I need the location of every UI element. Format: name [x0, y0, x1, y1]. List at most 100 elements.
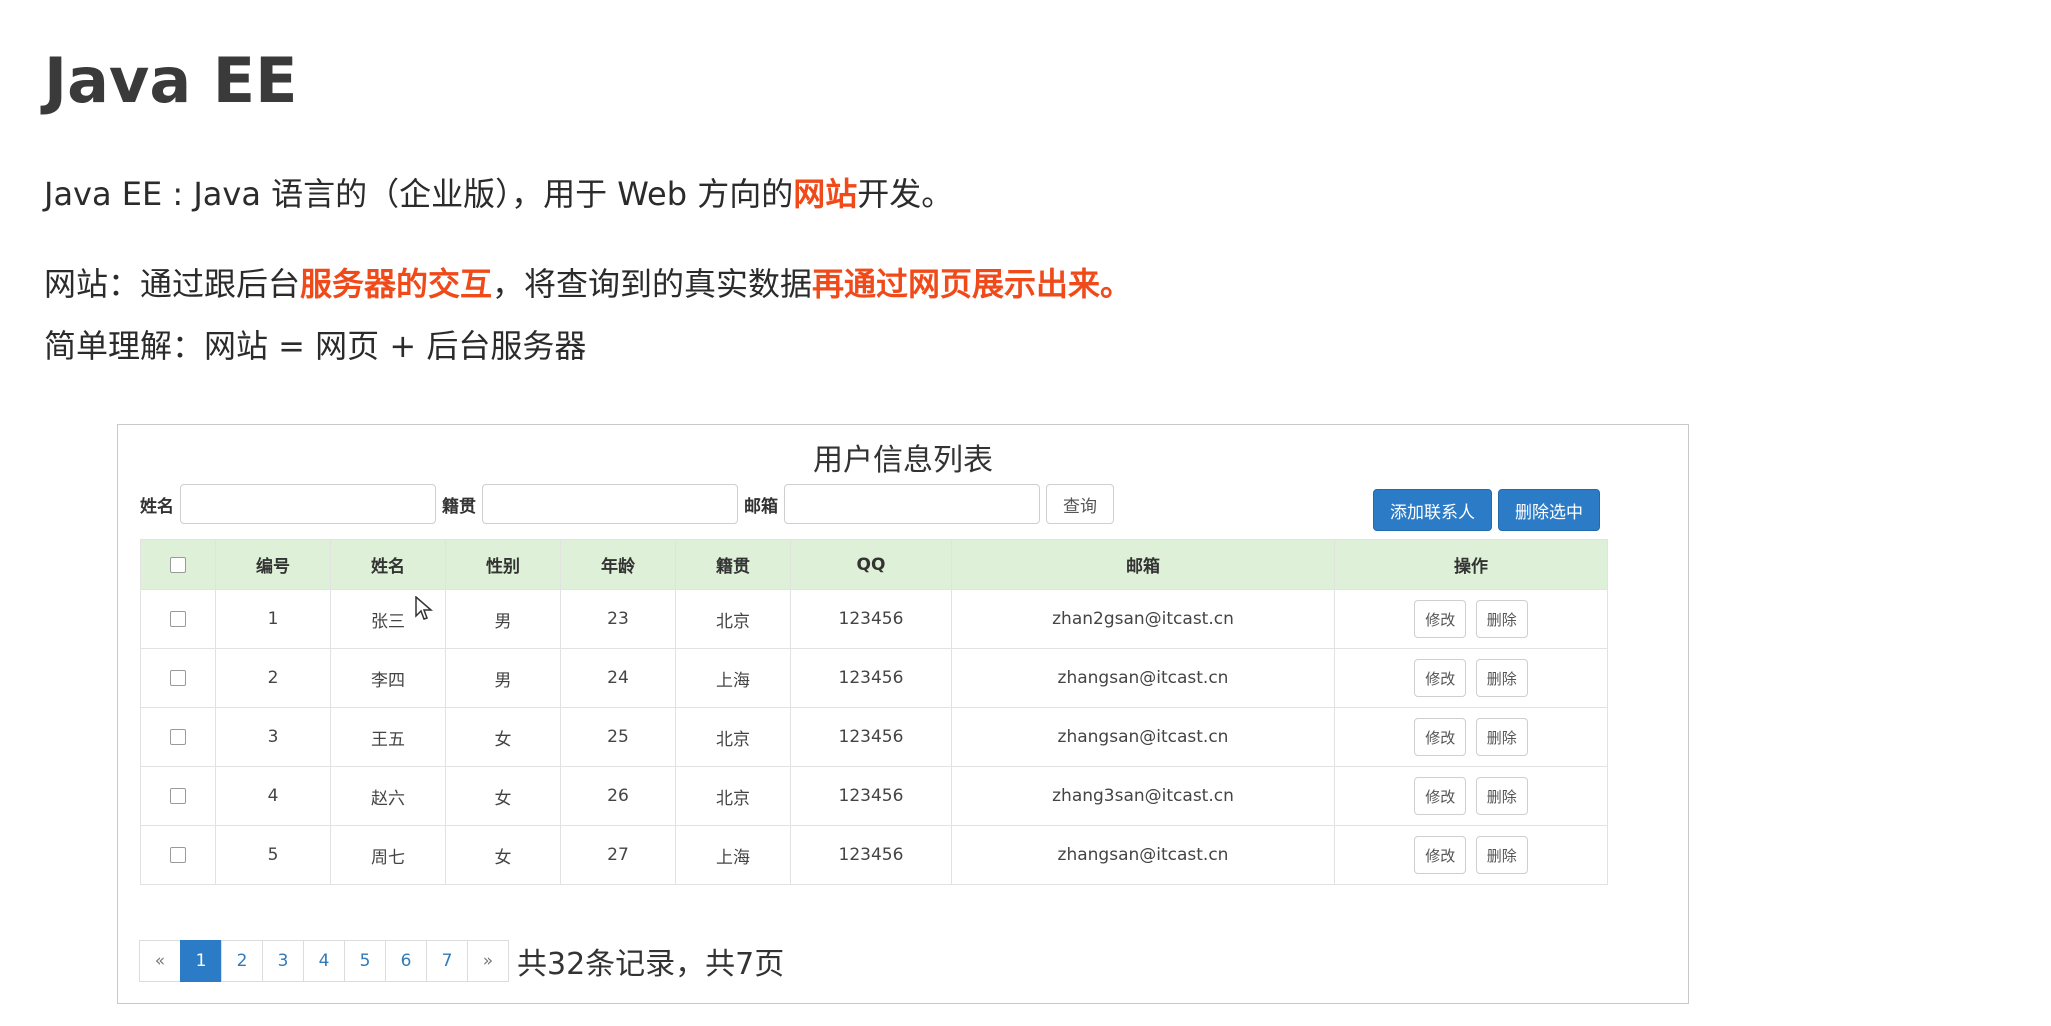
- table-row: 1 张三 男 23 北京 123456 zhan2gsan@itcast.cn …: [140, 589, 1608, 649]
- page-link-7[interactable]: 7: [426, 940, 468, 982]
- highlight-server-interaction: 服务器的交互: [300, 265, 493, 303]
- table-row: 3 王五 女 25 北京 123456 zhangsan@itcast.cn 修…: [140, 707, 1608, 767]
- row-checkbox[interactable]: [170, 670, 186, 686]
- row-select-cell: [140, 766, 216, 826]
- cell-actions: 修改 删除: [1334, 589, 1608, 649]
- cell-id: 1: [215, 589, 331, 649]
- delete-button[interactable]: 删除: [1475, 836, 1528, 874]
- cell-qq: 123456: [790, 766, 952, 826]
- page-link-1[interactable]: 1: [180, 940, 222, 982]
- definition-tail: 开发。: [857, 175, 954, 213]
- add-contact-button[interactable]: 添加联系人: [1373, 489, 1492, 531]
- edit-button[interactable]: 修改: [1414, 836, 1467, 874]
- delete-button[interactable]: 删除: [1475, 600, 1528, 638]
- cell-email: zhangsan@itcast.cn: [951, 825, 1335, 885]
- page-link-5[interactable]: 5: [344, 940, 386, 982]
- email-search-input[interactable]: [784, 484, 1040, 524]
- cell-name: 王五: [330, 707, 446, 767]
- table-body: 1 张三 男 23 北京 123456 zhan2gsan@itcast.cn …: [140, 589, 1608, 885]
- user-table: 编号 姓名 性别 年龄 籍贯 QQ 邮箱 操作 1 张三 男 23 北京 123…: [140, 539, 1608, 885]
- header-name: 姓名: [330, 539, 446, 590]
- delete-selected-button[interactable]: 删除选中: [1498, 489, 1600, 531]
- cell-actions: 修改 删除: [1334, 648, 1608, 708]
- highlight-website: 网站: [793, 175, 858, 213]
- row-checkbox[interactable]: [170, 611, 186, 627]
- row-checkbox[interactable]: [170, 729, 186, 745]
- website-prefix: 网站：通过跟后台: [44, 265, 301, 303]
- cell-actions: 修改 删除: [1334, 766, 1608, 826]
- edit-button[interactable]: 修改: [1414, 777, 1467, 815]
- cell-gender: 女: [445, 825, 561, 885]
- edit-button[interactable]: 修改: [1414, 659, 1467, 697]
- header-age: 年龄: [560, 539, 676, 590]
- delete-button[interactable]: 删除: [1475, 777, 1528, 815]
- website-line: 网站：通过跟后台服务器的交互，将查询到的真实数据再通过网页展示出来。: [44, 268, 1132, 300]
- page-heading: 用户信息列表: [813, 443, 993, 478]
- header-email: 邮箱: [951, 539, 1335, 590]
- cell-age: 27: [560, 825, 676, 885]
- row-select-cell: [140, 825, 216, 885]
- pagination: « 1 2 3 4 5 6 7 » 共32条记录，共7页: [139, 939, 785, 983]
- header-id: 编号: [215, 539, 331, 590]
- cell-id: 3: [215, 707, 331, 767]
- edit-button[interactable]: 修改: [1414, 600, 1467, 638]
- cell-age: 25: [560, 707, 676, 767]
- delete-button[interactable]: 删除: [1475, 718, 1528, 756]
- cell-qq: 123456: [790, 648, 952, 708]
- row-select-cell: [140, 589, 216, 649]
- email-label: 邮箱: [744, 496, 778, 517]
- cell-email: zhang3san@itcast.cn: [951, 766, 1335, 826]
- cell-origin: 上海: [675, 648, 791, 708]
- website-middle: ，将查询到的真实数据: [492, 265, 813, 303]
- cell-gender: 男: [445, 648, 561, 708]
- name-label: 姓名: [140, 496, 174, 517]
- cell-qq: 123456: [790, 825, 952, 885]
- query-button[interactable]: 查询: [1046, 484, 1114, 524]
- table-row: 5 周七 女 27 上海 123456 zhangsan@itcast.cn 修…: [140, 825, 1608, 885]
- origin-search-input[interactable]: [482, 484, 738, 524]
- row-checkbox[interactable]: [170, 788, 186, 804]
- cell-origin: 北京: [675, 707, 791, 767]
- page-link-4[interactable]: 4: [303, 940, 345, 982]
- table-row: 4 赵六 女 26 北京 123456 zhang3san@itcast.cn …: [140, 766, 1608, 826]
- cell-email: zhan2gsan@itcast.cn: [951, 589, 1335, 649]
- cell-gender: 男: [445, 589, 561, 649]
- cell-name: 李四: [330, 648, 446, 708]
- name-search-input[interactable]: [180, 484, 436, 524]
- cell-actions: 修改 删除: [1334, 707, 1608, 767]
- prev-page-link[interactable]: «: [139, 940, 181, 982]
- cell-origin: 北京: [675, 766, 791, 826]
- row-select-cell: [140, 707, 216, 767]
- row-select-cell: [140, 648, 216, 708]
- mouse-cursor-icon: [415, 596, 434, 620]
- search-form: 姓名 籍贯 邮箱 查询: [140, 483, 1114, 525]
- cell-email: zhangsan@itcast.cn: [951, 707, 1335, 767]
- webpage-screenshot: 用户信息列表 姓名 籍贯 邮箱 查询 添加联系人 删除选中 编号 姓名 性别 年…: [117, 424, 1689, 1004]
- page-summary: 共32条记录，共7页: [517, 947, 785, 982]
- select-all-cell: [140, 539, 216, 590]
- slide: Java EE Java EE : Java 语言的（企业版），用于 Web 方…: [0, 0, 2051, 1026]
- cell-qq: 123456: [790, 707, 952, 767]
- cell-qq: 123456: [790, 589, 952, 649]
- header-actions: 操作: [1334, 539, 1608, 590]
- row-checkbox[interactable]: [170, 847, 186, 863]
- cell-origin: 北京: [675, 589, 791, 649]
- edit-button[interactable]: 修改: [1414, 718, 1467, 756]
- cell-id: 4: [215, 766, 331, 826]
- cell-age: 24: [560, 648, 676, 708]
- next-page-link[interactable]: »: [467, 940, 509, 982]
- cell-origin: 上海: [675, 825, 791, 885]
- page-link-6[interactable]: 6: [385, 940, 427, 982]
- slide-title: Java EE: [44, 44, 298, 117]
- cell-id: 5: [215, 825, 331, 885]
- summary-line: 简单理解：网站 = 网页 + 后台服务器: [44, 327, 587, 365]
- delete-button[interactable]: 删除: [1475, 659, 1528, 697]
- cell-name: 周七: [330, 825, 446, 885]
- select-all-checkbox[interactable]: [170, 556, 186, 573]
- cell-email: zhangsan@itcast.cn: [951, 648, 1335, 708]
- origin-label: 籍贯: [442, 496, 476, 517]
- table-row: 2 李四 男 24 上海 123456 zhangsan@itcast.cn 修…: [140, 648, 1608, 708]
- page-link-2[interactable]: 2: [221, 940, 263, 982]
- header-qq: QQ: [790, 539, 952, 590]
- page-link-3[interactable]: 3: [262, 940, 304, 982]
